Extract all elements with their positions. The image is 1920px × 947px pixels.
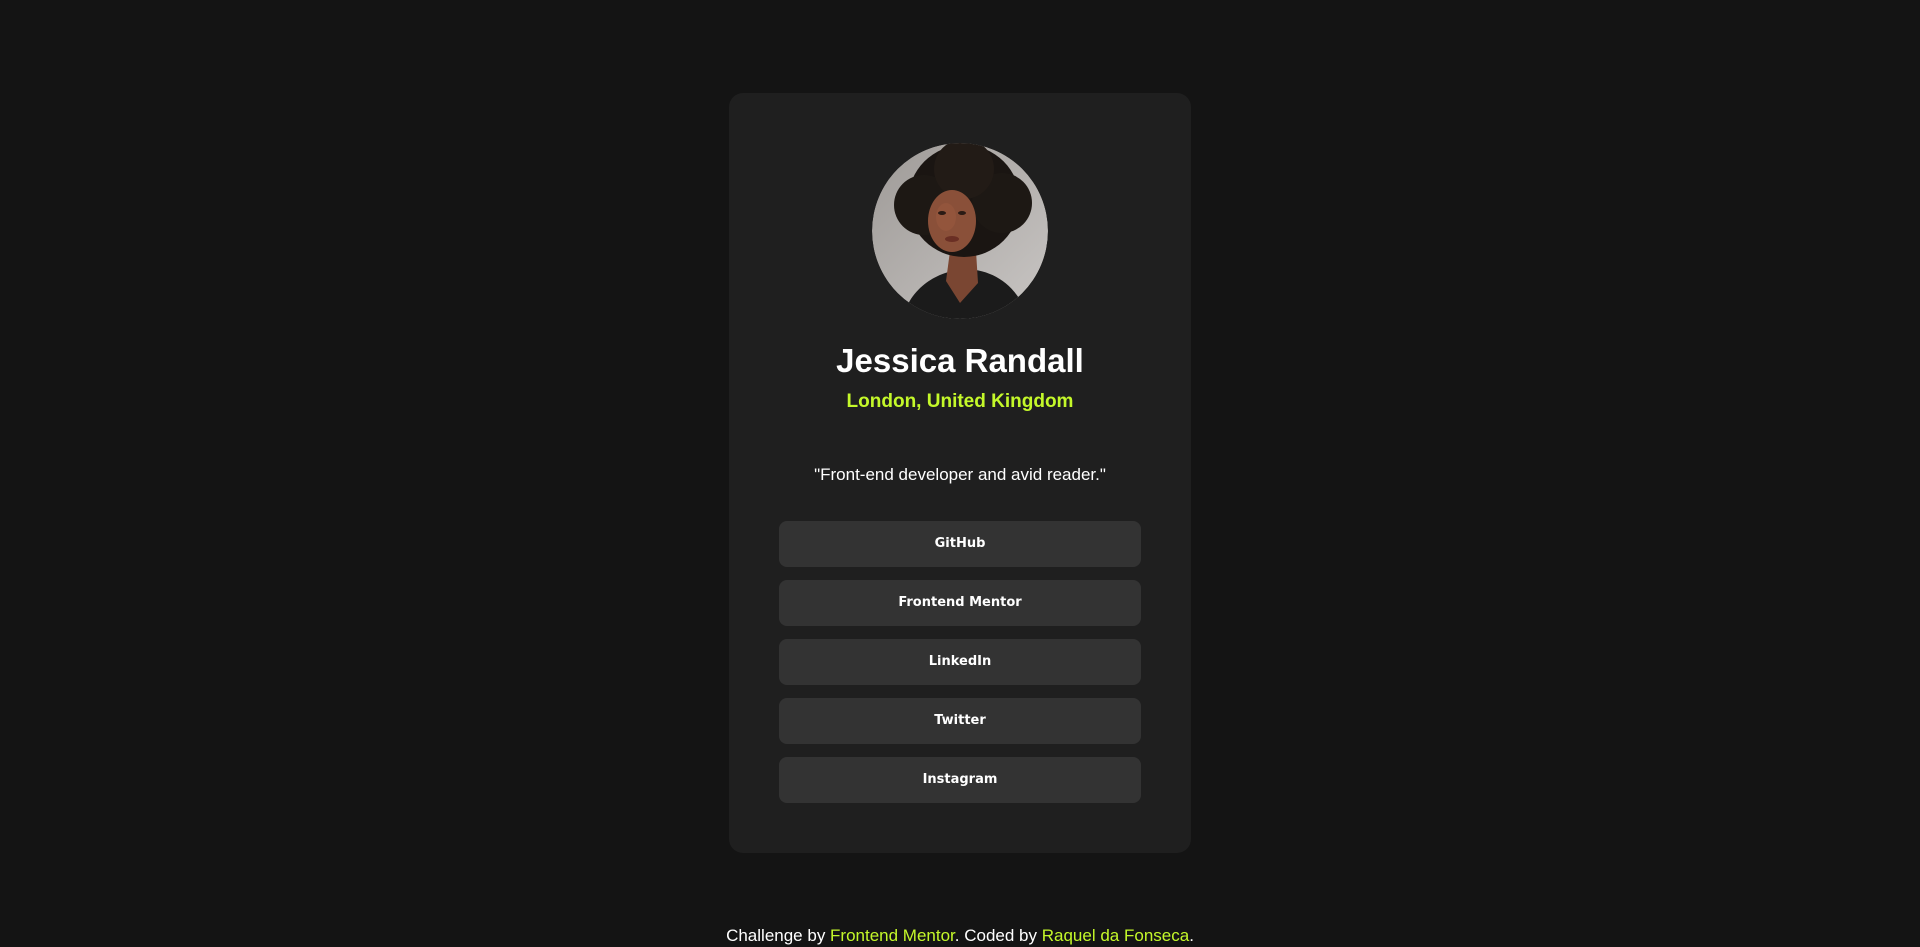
footer-suffix: . [1189, 926, 1194, 945]
profile-name: Jessica Randall [836, 342, 1084, 379]
profile-avatar [872, 143, 1048, 319]
profile-location: London, United Kingdom [846, 391, 1074, 412]
profile-bio: "Front-end developer and avid reader." [814, 465, 1106, 484]
page: Jessica Randall London, United Kingdom "… [0, 0, 1920, 947]
social-links: GitHub Frontend Mentor LinkedIn Twitter … [779, 521, 1141, 803]
profile-card: Jessica Randall London, United Kingdom "… [729, 93, 1191, 853]
attribution-footer: Challenge by Frontend Mentor. Coded by R… [0, 925, 1920, 947]
frontend-mentor-link-button[interactable]: Frontend Mentor [779, 580, 1141, 626]
linkedin-link-button[interactable]: LinkedIn [779, 639, 1141, 685]
footer-middle: . Coded by [954, 926, 1042, 945]
github-link-button[interactable]: GitHub [779, 521, 1141, 567]
instagram-link-button[interactable]: Instagram [779, 757, 1141, 803]
footer-prefix: Challenge by [726, 926, 831, 945]
frontend-mentor-footer-link[interactable]: Frontend Mentor [830, 926, 955, 945]
twitter-link-button[interactable]: Twitter [779, 698, 1141, 744]
author-footer-link[interactable]: Raquel da Fonseca [1042, 926, 1189, 945]
